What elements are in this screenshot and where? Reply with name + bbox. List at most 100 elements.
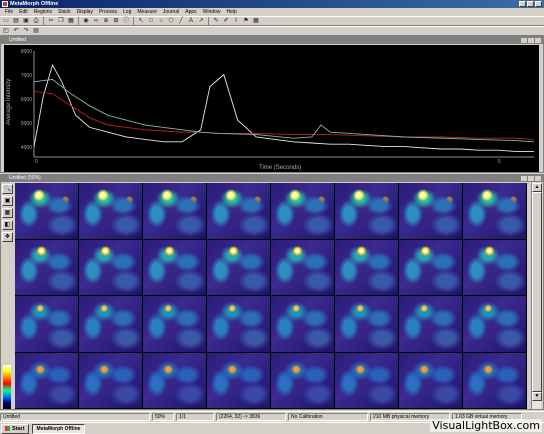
x-tick-label: 5 [498, 159, 501, 165]
intensity-plot-svg: Average Intensity Time (Seconds) 8000 70… [6, 49, 535, 171]
taskbar-app-button[interactable]: MetaMorph Offline [31, 423, 86, 434]
save-icon[interactable]: ▣ [22, 17, 30, 25]
montage-frame [79, 352, 143, 409]
stack-icon[interactable]: ▤ [32, 27, 40, 35]
scroll-thumb[interactable] [532, 192, 542, 392]
new-icon[interactable]: ▭ [2, 17, 10, 25]
menu-window[interactable]: Window [200, 8, 224, 16]
region-tool-icon[interactable]: ▣ [2, 196, 13, 206]
print-icon[interactable]: ⎙ [32, 17, 40, 25]
scroll-up-icon[interactable]: ▲ [532, 183, 542, 192]
palette-tool-icon[interactable]: ❖ [2, 232, 13, 242]
montage-frame [15, 239, 79, 296]
montage-frame [207, 239, 271, 296]
arrow-tool-icon[interactable]: ↗ [197, 17, 205, 25]
status-zoom: 50% [152, 413, 174, 421]
status-plane: 1/1 [176, 413, 214, 421]
montage-frame [399, 239, 463, 296]
redo-icon[interactable]: ↷ [22, 27, 30, 35]
image-maximize-button[interactable] [528, 176, 534, 181]
toolbar-separator [208, 17, 209, 25]
status-image-name: Untitled [0, 413, 150, 421]
menu-display[interactable]: Display [74, 8, 96, 16]
scroll-down-icon[interactable]: ▼ [532, 392, 542, 401]
intensity-plot[interactable]: Average Intensity Time (Seconds) 8000 70… [4, 45, 539, 172]
image-window-title: Untitled (50%) [9, 175, 41, 181]
montage-frame [335, 183, 399, 240]
graph-window-title: Untitled [9, 37, 26, 43]
image-minimize-button[interactable] [521, 176, 527, 181]
paste-icon[interactable]: ▦ [67, 17, 75, 25]
series-group [33, 63, 535, 152]
montage-frame [463, 239, 527, 296]
measure-icon[interactable]: ⊞ [112, 17, 120, 25]
montage-frame [143, 352, 207, 409]
text-tool-icon[interactable]: A [187, 17, 195, 25]
menu-file[interactable]: File [2, 8, 16, 16]
menu-log[interactable]: Log [120, 8, 134, 16]
scale-tool-icon[interactable]: ▦ [2, 208, 13, 218]
eyedropper-icon[interactable]: ⌇ [232, 17, 240, 25]
graph-minimize-button[interactable] [521, 38, 527, 43]
ellipse-tool-icon[interactable]: ○ [157, 17, 165, 25]
polygon-tool-icon[interactable]: ⬠ [167, 17, 175, 25]
montage-frame [79, 239, 143, 296]
image-montage-area[interactable] [15, 183, 527, 409]
app-icon [2, 1, 8, 7]
menu-apps[interactable]: Apps [182, 8, 199, 16]
maximize-button[interactable] [527, 1, 534, 7]
menu-measure[interactable]: Measure [134, 8, 159, 16]
menu-stack[interactable]: Stack [55, 8, 74, 16]
montage-frame [207, 183, 271, 240]
lut-tool-icon[interactable]: ◧ [2, 220, 13, 230]
montage-frame [15, 183, 79, 240]
menu-process[interactable]: Process [96, 8, 120, 16]
grid-icon[interactable]: ▦ [252, 17, 260, 25]
acquire-icon[interactable]: ◉ [82, 17, 90, 25]
pencil-icon[interactable]: ✎ [212, 17, 220, 25]
montage-frame [143, 296, 207, 353]
app-title: MetaMorph Offline [10, 1, 59, 7]
y-tick-label: 6000 [21, 97, 32, 103]
image-window-titlebar[interactable]: Untitled (50%) [1, 175, 543, 182]
y-tick-label: 4000 [21, 145, 32, 151]
menu-help[interactable]: Help [223, 8, 239, 16]
graph-window-titlebar[interactable]: Untitled [1, 37, 543, 44]
open-icon[interactable]: ▤ [12, 17, 20, 25]
montage-frame [143, 239, 207, 296]
start-button[interactable]: Start [1, 423, 29, 434]
zoom-icon[interactable]: ⊕ [102, 17, 110, 25]
pointer-tool-icon[interactable]: ↖ [137, 17, 145, 25]
rectangle-tool-icon[interactable]: □ [147, 17, 155, 25]
image-window: Untitled (50%) 🔍 ▣ ▦ ◧ ❖ ▲ ▼ [0, 174, 544, 410]
cut-icon[interactable]: ✂ [47, 17, 55, 25]
montage-frame [271, 239, 335, 296]
montage-frame [271, 183, 335, 240]
minimize-button[interactable] [519, 1, 526, 7]
brush-icon[interactable]: ✐ [222, 17, 230, 25]
flag-icon[interactable]: ⚑ [242, 17, 250, 25]
image-close-button[interactable] [535, 176, 541, 181]
info-icon[interactable]: ⓘ [122, 17, 130, 25]
undo-icon[interactable]: ↶ [12, 27, 20, 35]
graph-close-button[interactable] [535, 38, 541, 43]
watermark: VisualLightBox.com [430, 419, 542, 432]
window-controls [519, 1, 542, 7]
line-tool-icon[interactable]: ╱ [177, 17, 185, 25]
image-vertical-scrollbar[interactable]: ▲ ▼ [531, 183, 542, 409]
montage-frame [79, 296, 143, 353]
region-icon[interactable]: ◰ [2, 27, 10, 35]
menu-regions[interactable]: Regions [31, 8, 55, 16]
graph-window: Untitled Average Intensity Time (Seconds… [0, 36, 544, 173]
menu-journal[interactable]: Journal [160, 8, 182, 16]
montage-frame [15, 352, 79, 409]
montage-frame [207, 352, 271, 409]
copy-icon[interactable]: ❐ [57, 17, 65, 25]
graph-maximize-button[interactable] [528, 38, 534, 43]
montage-frame [463, 352, 527, 409]
status-coords: (2264, 32) -> 3836 [216, 413, 286, 421]
close-button[interactable] [535, 1, 542, 7]
zoom-tool-icon[interactable]: 🔍 [2, 184, 13, 194]
binoculars-icon[interactable]: ∞ [92, 17, 100, 25]
menu-edit[interactable]: Edit [16, 8, 31, 16]
